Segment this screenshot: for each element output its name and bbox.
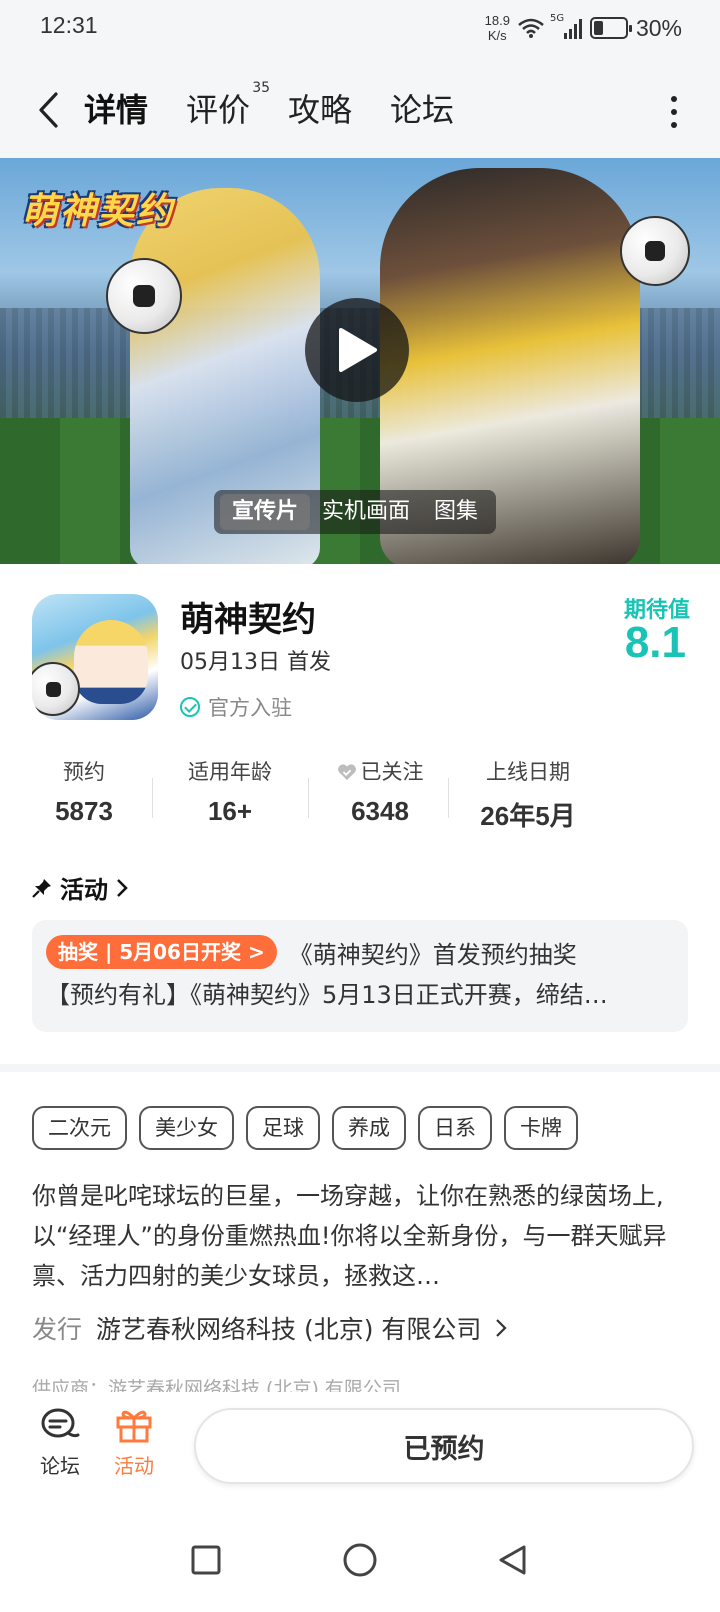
chevron-right-icon: [496, 1319, 507, 1337]
media-tab-gallery[interactable]: 图集: [422, 494, 490, 530]
top-nav: 详情 评价 35 攻略 论坛: [0, 62, 720, 158]
media-tab-trailer[interactable]: 宣传片: [220, 494, 311, 530]
tab-bar: 详情 评价 35 攻略 论坛: [84, 80, 454, 136]
circle-icon: [343, 1543, 377, 1577]
back-button[interactable]: [28, 84, 68, 136]
divider: [448, 778, 449, 818]
tab-forum[interactable]: 论坛: [390, 84, 454, 136]
status-time: 12:31: [40, 12, 98, 38]
stat-reservations: 预约 5873: [55, 760, 113, 826]
app-icon: [32, 594, 158, 720]
game-description[interactable]: 你曾是叱咤球坛的巨星，一场穿越，让你在熟悉的绿茵场上,以“经理人”的身份重燃热血…: [32, 1176, 692, 1296]
activity-card[interactable]: 抽奖 | 5月06日开奖 > 《萌神契约》首发预约抽奖 【预约有礼】《萌神契约》…: [32, 920, 688, 1032]
net-speed: 18.9 K/s: [484, 13, 510, 43]
play-icon: [339, 328, 377, 372]
system-back-button[interactable]: [492, 1540, 532, 1580]
forum-button[interactable]: 论坛: [28, 1406, 92, 1479]
game-logo: 萌神契约: [22, 191, 175, 232]
tag-item[interactable]: 卡牌: [504, 1106, 578, 1150]
tab-reviews[interactable]: 评价 35: [186, 80, 270, 136]
section-divider: [0, 1064, 720, 1072]
reserved-button[interactable]: 已预约: [194, 1408, 694, 1484]
app-title: 萌神契约: [180, 600, 316, 640]
tag-item[interactable]: 养成: [332, 1106, 406, 1150]
recent-apps-button[interactable]: [186, 1540, 226, 1580]
tag-item[interactable]: 美少女: [139, 1106, 234, 1150]
promo-banner[interactable]: 萌神契约 宣传片 实机画面 图集: [0, 158, 720, 564]
check-circle-icon: [180, 697, 200, 717]
status-icons: 18.9 K/s 5G 30%: [485, 8, 682, 48]
soccer-ball-icon: [106, 258, 182, 334]
home-button[interactable]: [340, 1540, 380, 1580]
system-nav-bar: [0, 1520, 720, 1612]
signal-label: 5G: [549, 13, 565, 24]
stat-age-rating: 适用年龄 16+: [188, 760, 272, 826]
soccer-ball-icon: [32, 662, 80, 716]
reviews-count-badge: 35: [252, 80, 271, 96]
media-tabs: 宣传片 实机画面 图集: [214, 490, 497, 534]
wifi-icon: [518, 18, 544, 38]
square-icon: [191, 1545, 221, 1575]
back-arrow-icon: [39, 92, 58, 128]
publisher-label: 发行: [32, 1315, 83, 1344]
bottom-action-bar: 论坛 活动 已预约: [0, 1392, 720, 1500]
battery-percent: 30%: [635, 14, 682, 41]
play-video-button[interactable]: [305, 298, 409, 402]
chevron-right-icon: [117, 878, 128, 897]
lottery-badge: 抽奖 | 5月06日开奖 >: [46, 935, 277, 969]
activity-title: 《萌神契约》首发预约抽奖: [288, 940, 577, 969]
publisher-name: 游艺春秋网络科技 (北京) 有限公司: [96, 1315, 482, 1344]
triangle-back-icon: [499, 1545, 526, 1575]
tab-details[interactable]: 详情: [84, 84, 149, 136]
official-badge: 官方入驻: [180, 692, 292, 722]
tag-item[interactable]: 足球: [246, 1106, 320, 1150]
stat-followed[interactable]: 已关注 6348: [310, 756, 450, 827]
tab-guides[interactable]: 攻略: [288, 84, 352, 136]
chat-bubble-icon: [41, 1408, 80, 1438]
status-bar: 12:31 18.9 K/s 5G 30%: [0, 0, 720, 62]
tag-item[interactable]: 日系: [418, 1106, 492, 1150]
activity-heading[interactable]: 活动: [32, 870, 128, 905]
tag-list: 二次元 美少女 足球 养成 日系 卡牌: [32, 1106, 578, 1150]
heart-check-icon: [337, 764, 356, 781]
more-options-button[interactable]: [668, 92, 680, 132]
tag-item[interactable]: 二次元: [32, 1106, 127, 1150]
signal-icon: 5G: [550, 13, 582, 39]
stats-row: 预约 5873 适用年龄 16+ 已关注 6348 上线日期 26年5月: [0, 756, 720, 836]
activity-subtitle: 【预约有礼】《萌神契约》5月13日正式开赛，缔结…: [46, 981, 608, 1009]
expectation-score: 8.1: [624, 618, 686, 667]
media-tab-gameplay[interactable]: 实机画面: [310, 494, 422, 530]
battery-icon: [589, 17, 632, 39]
stat-launch-date: 上线日期 26年5月: [480, 760, 576, 831]
divider: [308, 778, 309, 818]
activity-button[interactable]: 活动: [102, 1406, 166, 1479]
supplier-text: 供应商：游艺春秋网络科技 (北京) 有限公司: [32, 1378, 401, 1392]
divider: [152, 778, 153, 818]
gift-icon: [116, 1410, 152, 1443]
soccer-ball-icon: [620, 216, 690, 286]
publisher-row[interactable]: 发行 游艺春秋网络科技 (北京) 有限公司: [32, 1310, 507, 1346]
pin-icon: [32, 878, 51, 898]
release-date: 05月13日 首发: [180, 650, 331, 675]
